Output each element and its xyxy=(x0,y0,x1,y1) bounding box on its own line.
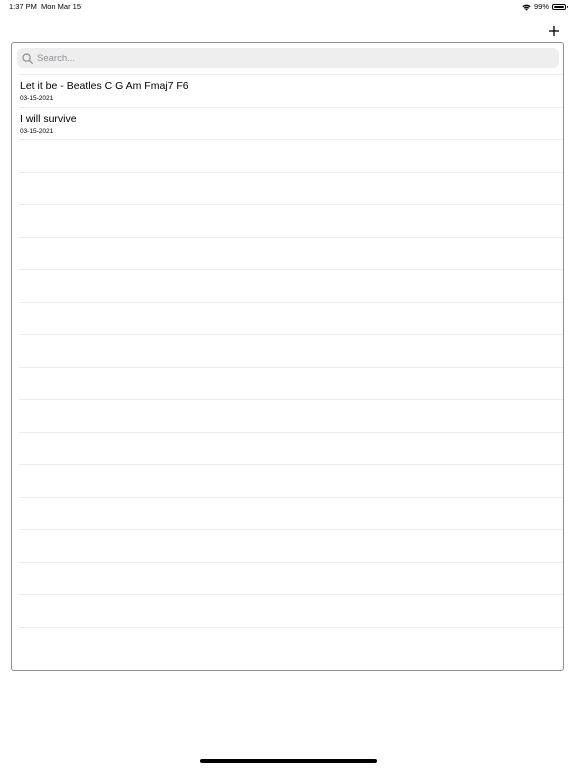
empty-row xyxy=(19,171,563,205)
song-row[interactable]: I will survive 03-15-2021 xyxy=(19,106,563,140)
empty-row xyxy=(19,431,563,465)
empty-row xyxy=(19,366,563,400)
search-input[interactable] xyxy=(37,52,537,64)
empty-row xyxy=(19,399,563,432)
empty-row xyxy=(19,594,563,627)
song-date: 03-15-2021 xyxy=(20,127,54,135)
status-right: 99% xyxy=(522,0,568,14)
song-list[interactable]: Let it be - Beatles C G Am Fmaj7 F6 03-15… xyxy=(11,42,564,671)
empty-row xyxy=(19,529,563,562)
status-bar: 1:37 PM Mon Mar 15 99% xyxy=(0,0,576,14)
song-date: 03-15-2021 xyxy=(20,95,54,102)
empty-row xyxy=(19,334,563,367)
search-bar[interactable] xyxy=(17,48,559,68)
screen: 1:37 PM Mon Mar 15 99% Search... Let it … xyxy=(0,0,576,768)
empty-row xyxy=(19,496,563,530)
battery-icon xyxy=(552,4,568,10)
song-title: Let it be - Beatles C G Am Fmaj7 F6 xyxy=(20,80,189,92)
status-time: 1:37 PM xyxy=(9,2,37,11)
battery-fill xyxy=(554,6,564,8)
empty-row xyxy=(19,139,563,172)
song-row[interactable]: Let it be - Beatles C G Am Fmaj7 F6 03-15… xyxy=(19,74,563,107)
empty-row xyxy=(19,301,563,335)
empty-row xyxy=(19,626,563,660)
status-date: Mon Mar 15 xyxy=(41,2,82,11)
song-rows: Let it be - Beatles C G Am Fmaj7 F6 03-15… xyxy=(12,74,563,659)
home-indicator[interactable] xyxy=(200,759,377,763)
empty-row xyxy=(19,236,563,270)
empty-row xyxy=(19,269,563,302)
empty-row xyxy=(19,561,563,595)
plus-icon xyxy=(549,26,559,36)
empty-row xyxy=(19,464,563,497)
wifi-icon xyxy=(522,4,531,11)
empty-row xyxy=(19,204,563,237)
song-title: I will survive xyxy=(20,112,77,125)
battery-percent: 99% xyxy=(533,2,549,11)
add-song-button[interactable] xyxy=(546,23,562,39)
search-icon xyxy=(22,52,33,64)
